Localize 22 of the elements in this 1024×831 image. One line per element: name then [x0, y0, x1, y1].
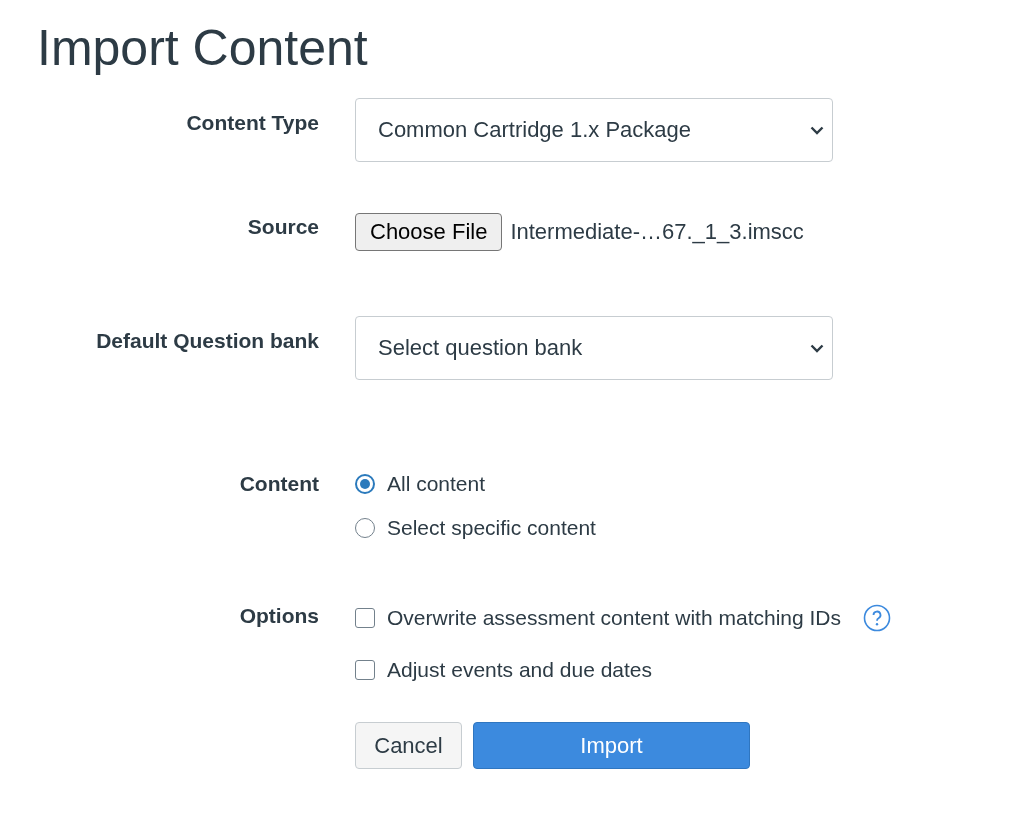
choose-file-button[interactable]: Choose File [355, 213, 503, 251]
checkbox-label[interactable]: Adjust events and due dates [387, 658, 653, 682]
radio-label[interactable]: Select specific content [387, 516, 596, 540]
chevron-down-icon [810, 125, 824, 135]
field-label: Source [246, 215, 319, 240]
page-title: Import Content [37, 19, 369, 78]
field-label: Options [238, 604, 319, 628]
content-type-select[interactable]: Common Cartridge 1.x Package [355, 98, 833, 162]
import-button[interactable]: Import [473, 722, 750, 769]
field-label: Default Question bank [95, 329, 319, 354]
chevron-down-icon [810, 343, 824, 353]
field-label: Content Type [185, 111, 319, 136]
cancel-button[interactable]: Cancel [355, 722, 462, 769]
checkbox[interactable] [355, 660, 375, 680]
checkbox-label[interactable]: Overwrite assessment content with matching IDs [387, 606, 841, 630]
radio-label[interactable]: All content [387, 472, 486, 496]
question-bank-select[interactable]: Select question bank [355, 316, 833, 380]
field-label: Content [238, 472, 319, 496]
help-icon[interactable] [863, 604, 891, 632]
file-name: Intermediate-…67._1_3.imscc [510, 219, 804, 245]
radio-button[interactable] [355, 474, 375, 494]
checkbox[interactable] [355, 608, 375, 628]
